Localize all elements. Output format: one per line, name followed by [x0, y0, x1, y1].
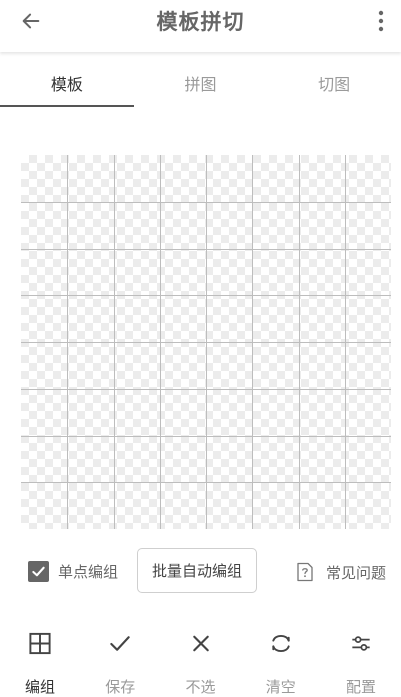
deselect-button[interactable]: 不选	[170, 620, 232, 697]
check-icon	[32, 566, 45, 576]
help-document-icon	[297, 562, 313, 582]
more-vertical-icon	[378, 10, 384, 32]
tab-bar: 模板 拼图 切图	[0, 60, 401, 110]
tab-template[interactable]: 模板	[0, 60, 134, 110]
single-edit-checkbox[interactable]	[28, 560, 49, 582]
single-edit-toggle[interactable]: 单点编组	[28, 559, 118, 583]
settings-button[interactable]: 配置	[330, 620, 392, 697]
tab-puzzle[interactable]: 拼图	[134, 60, 268, 110]
single-edit-label: 单点编组	[58, 562, 119, 581]
deselect-label: 不选	[185, 678, 216, 696]
faq-link[interactable]: 常见问题	[296, 560, 386, 584]
group-label: 编组	[24, 678, 55, 696]
close-icon	[192, 635, 209, 652]
save-button[interactable]: 保存	[89, 620, 151, 697]
tab-label: 拼图	[184, 75, 217, 94]
app-root: 模板拼切 模板 拼图 切图 单点编组 批量自动编组 常见问题 编组 保存 不选 …	[0, 0, 401, 697]
clear-label: 清空	[265, 678, 296, 696]
check-icon	[110, 636, 130, 651]
group-button[interactable]: 编组	[9, 620, 71, 697]
clear-icon	[272, 634, 290, 653]
grid-icon	[29, 632, 51, 655]
faq-label: 常见问题	[326, 563, 387, 582]
tab-cut[interactable]: 切图	[267, 60, 401, 110]
bottom-toolbar: 编组 保存 不选 清空 配置	[0, 620, 401, 697]
tab-label: 切图	[318, 75, 351, 94]
clear-button[interactable]: 清空	[250, 620, 312, 697]
template-canvas[interactable]	[21, 155, 391, 529]
app-bar: 模板拼切	[0, 0, 401, 52]
more-button[interactable]	[371, 6, 391, 36]
template-grid	[21, 155, 391, 529]
save-label: 保存	[105, 678, 136, 696]
settings-sliders-icon	[352, 636, 370, 651]
tab-label: 模板	[50, 75, 83, 94]
settings-label: 配置	[345, 678, 376, 696]
page-title: 模板拼切	[156, 10, 245, 34]
batch-auto-group-button[interactable]: 批量自动编组	[137, 548, 257, 593]
